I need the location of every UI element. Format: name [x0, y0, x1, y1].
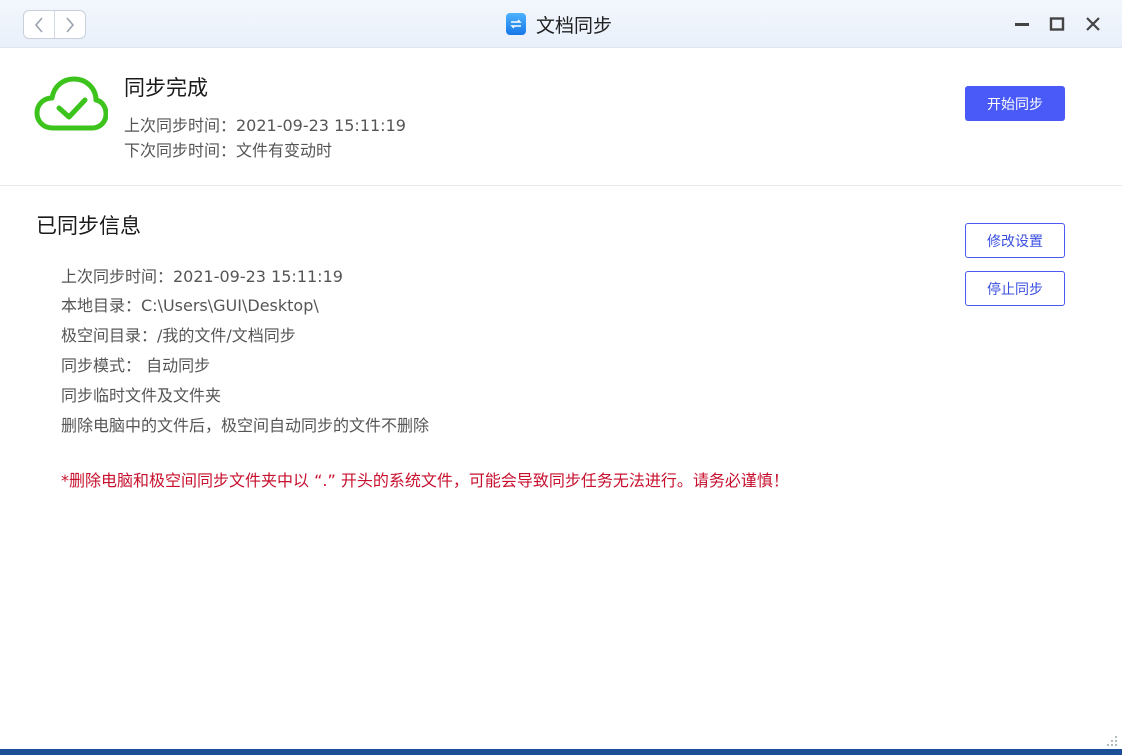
maximize-icon — [1049, 17, 1065, 31]
minimize-button[interactable] — [1012, 14, 1032, 34]
info-remote-dir: 极空间目录：/我的文件/文档同步 — [61, 326, 296, 345]
forward-button[interactable] — [54, 11, 85, 38]
start-sync-button[interactable]: 开始同步 — [965, 86, 1065, 121]
info-temp-files: 同步临时文件及文件夹 — [61, 386, 222, 405]
chevron-right-icon — [66, 16, 75, 33]
synced-info-title: 已同步信息 — [36, 214, 141, 238]
window-bottom-border — [0, 749, 1122, 755]
sync-doc-icon — [506, 13, 526, 35]
minimize-icon — [1015, 23, 1029, 26]
title-bar: 文档同步 — [0, 0, 1122, 48]
close-icon — [1086, 17, 1100, 31]
system-file-warning: *删除电脑和极空间同步文件夹中以 “.” 开头的系统文件，可能会导致同步任务无法… — [61, 471, 789, 490]
cloud-check-icon — [34, 76, 108, 131]
edit-settings-button[interactable]: 修改设置 — [965, 223, 1065, 258]
window-title-area: 文档同步 — [506, 11, 612, 37]
window-title: 文档同步 — [536, 14, 613, 37]
close-button[interactable] — [1083, 14, 1103, 34]
navigation-buttons — [23, 10, 86, 39]
last-sync-time: 上次同步时间：2021-09-23 15:11:19 — [124, 116, 406, 135]
next-sync-time: 下次同步时间：文件有变动时 — [124, 141, 333, 160]
maximize-button[interactable] — [1047, 14, 1067, 34]
sync-status-title: 同步完成 — [124, 76, 208, 100]
chevron-left-icon — [34, 16, 43, 33]
resize-grip-icon[interactable] — [1106, 735, 1118, 747]
sync-status-panel: 同步完成 上次同步时间：2021-09-23 15:11:19 下次同步时间：文… — [0, 48, 1122, 186]
info-sync-mode: 同步模式： 自动同步 — [61, 356, 211, 375]
stop-sync-button[interactable]: 停止同步 — [965, 271, 1065, 306]
info-last-sync: 上次同步时间：2021-09-23 15:11:19 — [61, 267, 343, 286]
info-delete-policy: 删除电脑中的文件后，极空间自动同步的文件不删除 — [61, 416, 430, 435]
info-local-dir: 本地目录：C:\Users\GUI\Desktop\ — [61, 296, 319, 315]
back-button[interactable] — [24, 11, 54, 38]
